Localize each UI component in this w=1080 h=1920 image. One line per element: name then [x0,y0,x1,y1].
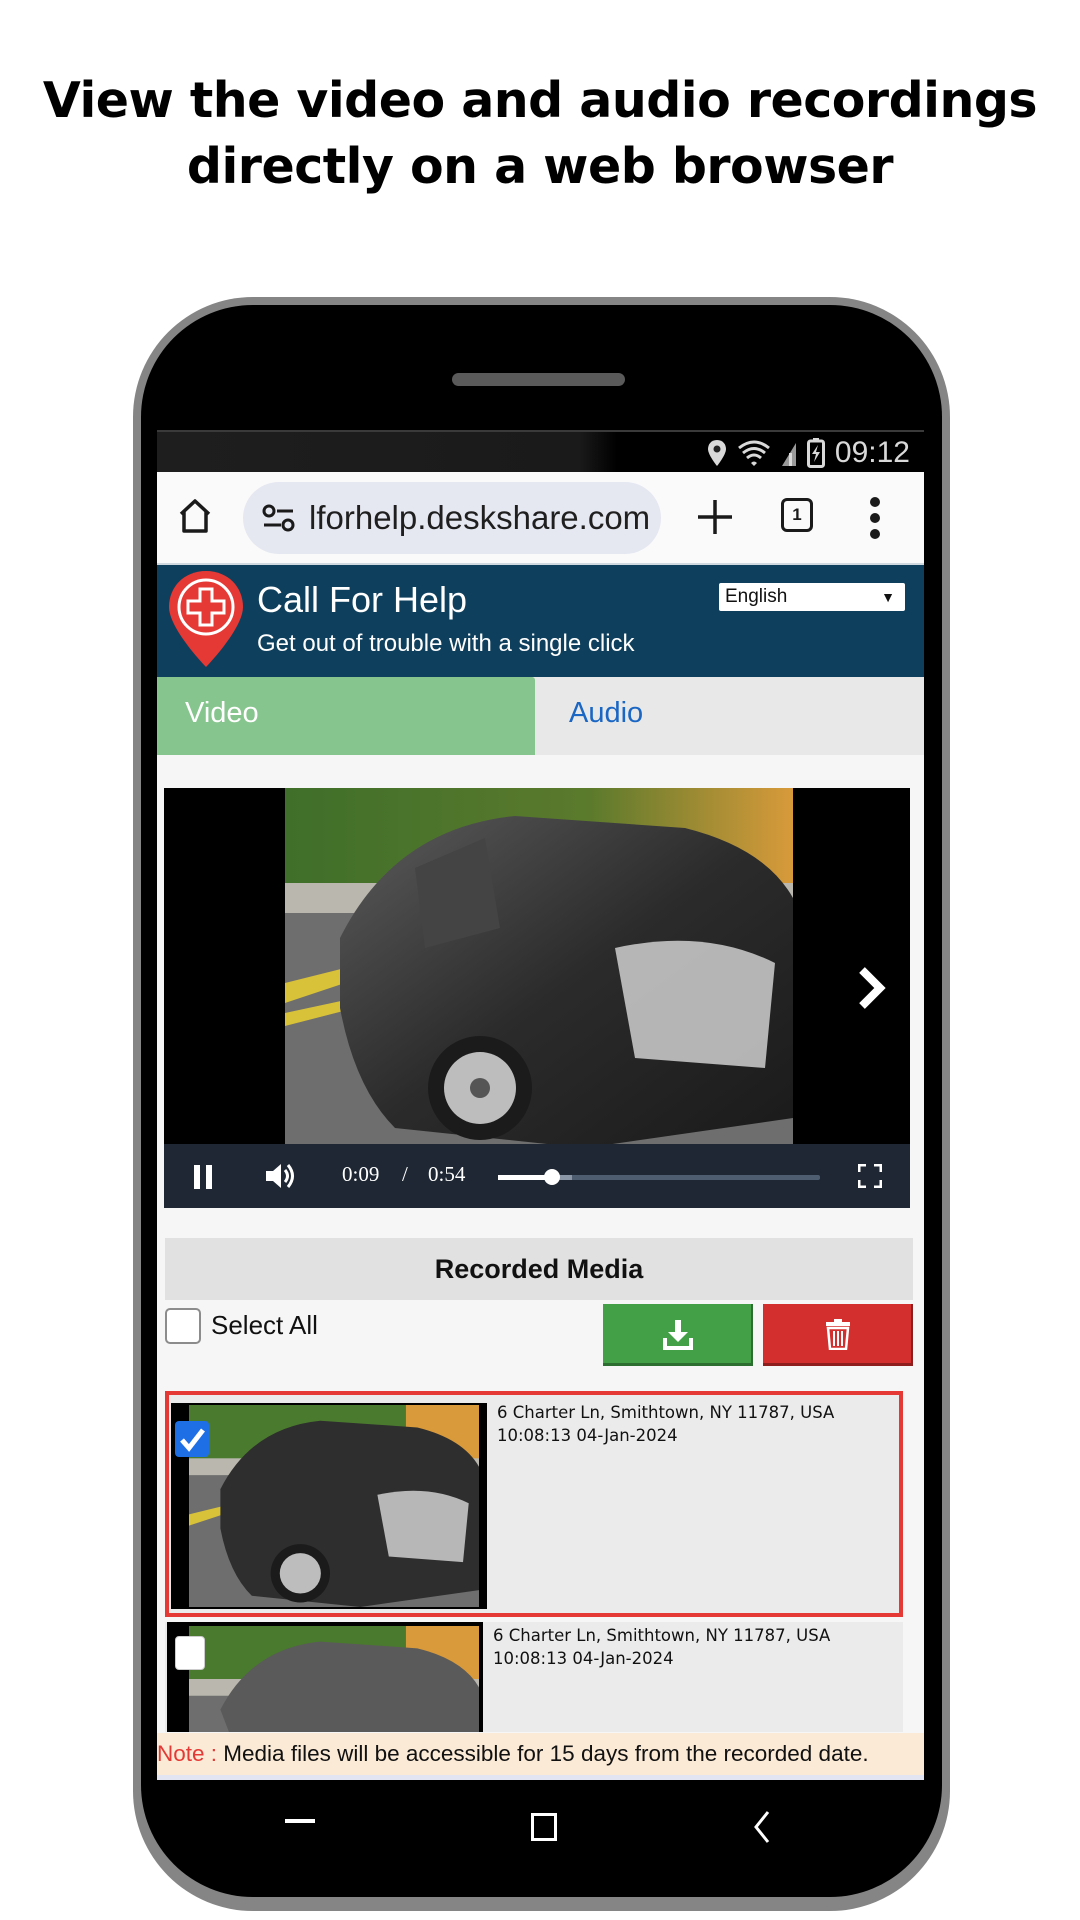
check-icon [180,1428,205,1452]
media-list-item[interactable]: 6 Charter Ln, Smithtown, NY 11787, USA 1… [165,1622,903,1732]
delete-button[interactable] [763,1304,913,1366]
chevron-right-icon[interactable] [856,966,886,1010]
signal-icon [781,443,796,466]
app-subtitle: Get out of trouble with a single click [257,630,635,657]
media-thumbnail[interactable] [171,1403,487,1609]
headline-line-1: View the video and audio recordings [42,72,1038,129]
tab-video-label: Video [185,697,259,729]
download-button[interactable] [603,1304,753,1366]
item-checkbox[interactable] [175,1636,205,1670]
app-title: Call For Help [257,579,468,620]
current-time: 0:09 [342,1162,380,1186]
recent-apps-icon[interactable] [285,1819,315,1823]
select-all-checkbox[interactable] [165,1308,201,1344]
retention-note: Note : Media files will be accessible fo… [157,1733,924,1775]
note-text: Media files will be accessible for 15 da… [217,1741,869,1766]
select-all-label[interactable]: Select All [211,1310,318,1341]
media-tabs: Video Audio [157,677,924,755]
tab-switcher-icon[interactable]: 1 [781,498,813,532]
item-address: 6 Charter Ln, Smithtown, NY 11787, USA [493,1626,831,1645]
medical-pin-logo [169,571,243,667]
item-address: 6 Charter Ln, Smithtown, NY 11787, USA [497,1403,835,1422]
plus-icon[interactable] [692,494,738,540]
back-icon[interactable] [752,1810,772,1844]
tune-icon[interactable] [261,503,297,533]
download-icon [663,1320,693,1350]
pause-icon[interactable] [192,1164,214,1190]
recorded-media-header: Recorded Media [165,1238,913,1300]
time-separator: / [402,1162,408,1186]
item-checkbox[interactable] [175,1421,209,1457]
home-square-icon[interactable] [531,1813,557,1841]
app-header: Call For Help Get out of trouble with a … [157,565,924,677]
phone-screen: 09:12 lforhelp.deskshare.com 1 Call For … [157,430,924,1780]
duration: 0:54 [428,1162,466,1186]
tab-video[interactable]: Video [157,677,535,755]
fullscreen-icon[interactable] [858,1164,882,1188]
video-frame [285,788,793,1148]
address-bar[interactable]: lforhelp.deskshare.com [243,482,661,554]
damaged-car-thumbnail [189,1626,479,1732]
language-select[interactable]: English ▼ [719,583,905,611]
trash-icon [826,1319,850,1350]
item-datetime: 10:08:13 04-Jan-2024 [493,1649,674,1668]
divider [157,1775,924,1780]
dropdown-arrow-icon: ▼ [881,589,895,605]
wifi-icon [737,440,770,466]
phone-speaker [452,373,625,386]
seek-bar[interactable] [498,1169,820,1185]
media-thumbnail[interactable] [167,1622,483,1732]
damaged-car-image [285,788,793,1148]
url-text[interactable]: lforhelp.deskshare.com [309,499,650,537]
video-player[interactable]: 0:09 / 0:54 [164,788,910,1208]
seek-thumb[interactable] [543,1169,560,1185]
headline-line-2: directly on a web browser [186,138,894,195]
page-headline: View the video and audio recordings dire… [0,68,1080,200]
browser-toolbar: lforhelp.deskshare.com 1 [157,472,924,565]
more-vertical-icon[interactable] [869,496,881,540]
item-datetime: 10:08:13 04-Jan-2024 [497,1426,678,1445]
status-time: 09:12 [834,436,910,469]
media-list-item[interactable]: 6 Charter Ln, Smithtown, NY 11787, USA 1… [165,1391,903,1617]
player-controls: 0:09 / 0:54 [164,1144,910,1208]
home-icon[interactable] [175,496,215,536]
note-label: Note : [157,1741,218,1766]
language-selected: English [725,586,788,607]
battery-charging-icon [806,438,825,468]
volume-icon[interactable] [264,1161,298,1191]
tab-audio-label: Audio [569,697,644,729]
status-bar: 09:12 [157,430,924,472]
damaged-car-thumbnail [189,1405,479,1607]
location-icon [707,440,726,466]
